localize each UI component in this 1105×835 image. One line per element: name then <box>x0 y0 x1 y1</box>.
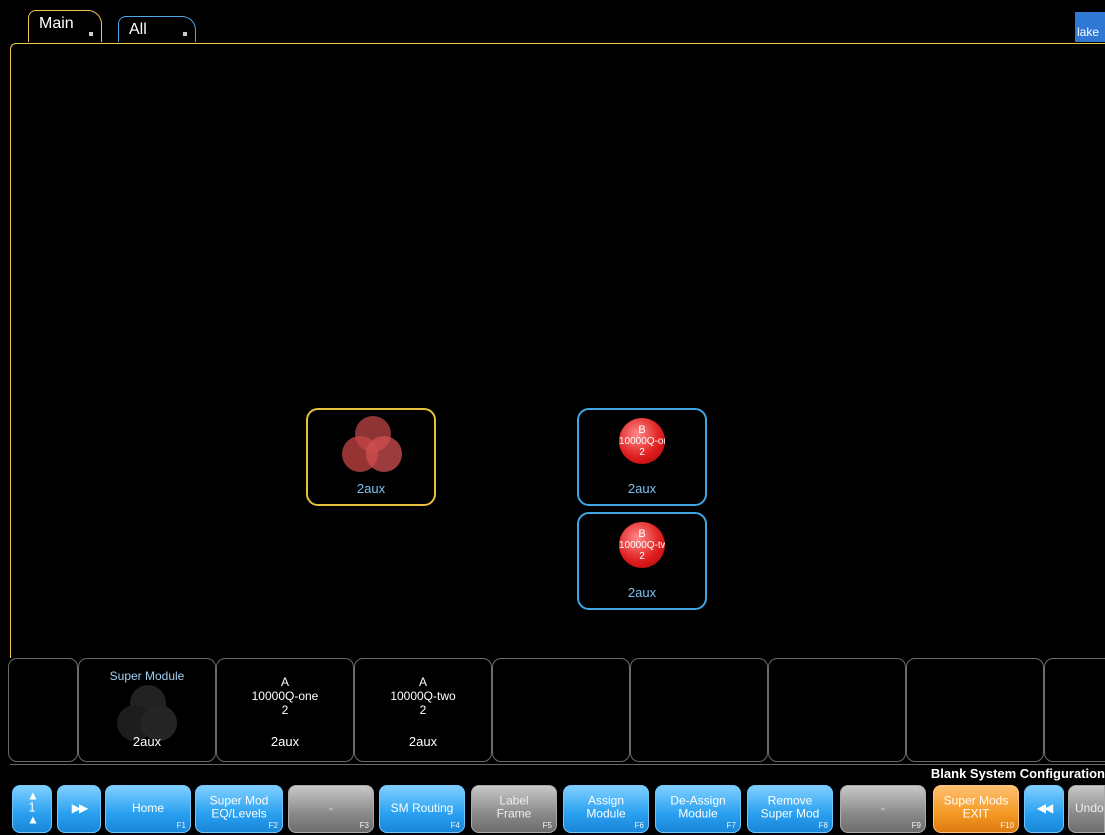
super-module-cluster-icon <box>342 416 404 474</box>
sm-routing-button[interactable]: SM Routing F4 <box>379 785 465 833</box>
module-slot-empty[interactable] <box>768 658 906 762</box>
home-label: Home <box>131 800 164 815</box>
label-frame-button[interactable]: Label Frame F5 <box>471 785 557 833</box>
super-mods-exit-button[interactable]: Super Mods EXIT F10 <box>933 785 1019 833</box>
f9-button[interactable]: - F9 <box>840 785 926 833</box>
fn-label: F9 <box>911 821 921 830</box>
slot-group: A <box>280 675 289 689</box>
tab-main[interactable]: Main <box>28 10 102 42</box>
fn-label: F8 <box>818 821 828 830</box>
status-bar: Blank System Configuration <box>10 764 1105 782</box>
slot-title: Super Module <box>109 669 185 683</box>
module-tile-10000q-two[interactable]: B 10000Q-two 2 2aux <box>577 512 707 610</box>
undo-label: Undo <box>1075 800 1104 815</box>
undo-button[interactable]: Undo <box>1068 785 1105 833</box>
fn-label: F5 <box>542 821 552 830</box>
module-slot-10000q-two[interactable]: A 10000Q-two 2 2aux <box>354 658 492 762</box>
module-slot-empty[interactable] <box>8 658 78 762</box>
previous-page-button[interactable]: ◀◀ <box>1024 785 1064 833</box>
tab-all[interactable]: All <box>118 16 196 42</box>
module-tile-10000q-one[interactable]: B 10000Q-one 2 2aux <box>577 408 707 506</box>
f3-button[interactable]: - F3 <box>288 785 374 833</box>
deassign-module-button[interactable]: De-Assign Module F7 <box>655 785 741 833</box>
button-label-line2: Super Mod <box>760 806 820 821</box>
fn-label: F4 <box>450 821 460 830</box>
button-label-line2: Frame <box>496 806 532 821</box>
next-page-button[interactable]: ▶▶ <box>57 785 101 833</box>
tab-main-label: Main <box>39 15 74 32</box>
slot-channel: 2 <box>419 703 427 717</box>
module-ball-icon: B 10000Q-one 2 <box>619 418 665 464</box>
slot-caption: 2aux <box>408 734 438 749</box>
lake-logo: lake <box>1075 12 1105 42</box>
slot-caption: 2aux <box>132 734 162 749</box>
button-label-line2: EXIT <box>962 806 990 821</box>
f3-label: - <box>329 800 333 815</box>
super-mod-eq-levels-button[interactable]: Super Mod EQ/Levels F2 <box>195 785 283 833</box>
slot-group: A <box>418 675 427 689</box>
button-label-line2: EQ/Levels <box>211 806 267 821</box>
assign-module-button[interactable]: Assign Module F6 <box>563 785 649 833</box>
super-module-tile[interactable]: 2aux <box>306 408 436 506</box>
page-selector-button[interactable]: ▲ 1 ▲ <box>12 785 52 833</box>
button-label-line2: Module <box>586 806 626 821</box>
module-canvas[interactable]: 2aux B 10000Q-one 2 2aux B 10000Q-two 2 … <box>10 43 1105 658</box>
fn-label: F1 <box>176 821 186 830</box>
module-slot-empty[interactable] <box>492 658 630 762</box>
module-slot-empty[interactable] <box>630 658 768 762</box>
module-slot-empty[interactable] <box>906 658 1044 762</box>
fn-label: F3 <box>359 821 369 830</box>
home-button[interactable]: Home F1 <box>105 785 191 833</box>
module-caption: 2aux <box>627 585 657 600</box>
super-module-caption: 2aux <box>356 481 386 496</box>
slot-module-name: 10000Q-two <box>390 689 456 703</box>
module-caption: 2aux <box>627 481 657 496</box>
tab-all-marker <box>183 32 187 36</box>
rewind-icon: ◀◀ <box>1036 800 1053 815</box>
fn-label: F6 <box>634 821 644 830</box>
arrow-up-icon: ▲ <box>27 812 39 827</box>
tab-all-label: All <box>129 21 147 38</box>
remove-super-mod-button[interactable]: Remove Super Mod F8 <box>747 785 833 833</box>
slot-channel: 2 <box>281 703 289 717</box>
status-text: Blank System Configuration <box>930 766 1105 781</box>
module-slot-empty[interactable] <box>1044 658 1105 762</box>
function-key-bar: ▲ 1 ▲ ▶▶ Home F1 Super Mod EQ/Levels F2 -… <box>0 783 1105 835</box>
fn-label: F10 <box>1000 821 1014 830</box>
f9-label: - <box>881 800 885 815</box>
module-slot-super-module[interactable]: Super Module 2aux <box>78 658 216 762</box>
module-slot-10000q-one[interactable]: A 10000Q-one 2 2aux <box>216 658 354 762</box>
tab-main-marker <box>89 32 93 36</box>
module-ball-icon: B 10000Q-two 2 <box>619 522 665 568</box>
tab-strip: Main All lake <box>0 0 1105 46</box>
slot-module-name: 10000Q-one <box>251 689 319 703</box>
fn-label: F2 <box>268 821 278 830</box>
fast-forward-icon: ▶▶ <box>71 800 88 815</box>
slot-caption: 2aux <box>270 734 300 749</box>
module-slot-bar: Super Module 2aux A 10000Q-one 2 2aux A … <box>8 658 1105 762</box>
fn-label: F7 <box>726 821 736 830</box>
button-label-line2: Module <box>678 806 718 821</box>
sm-routing-label: SM Routing <box>390 800 454 815</box>
